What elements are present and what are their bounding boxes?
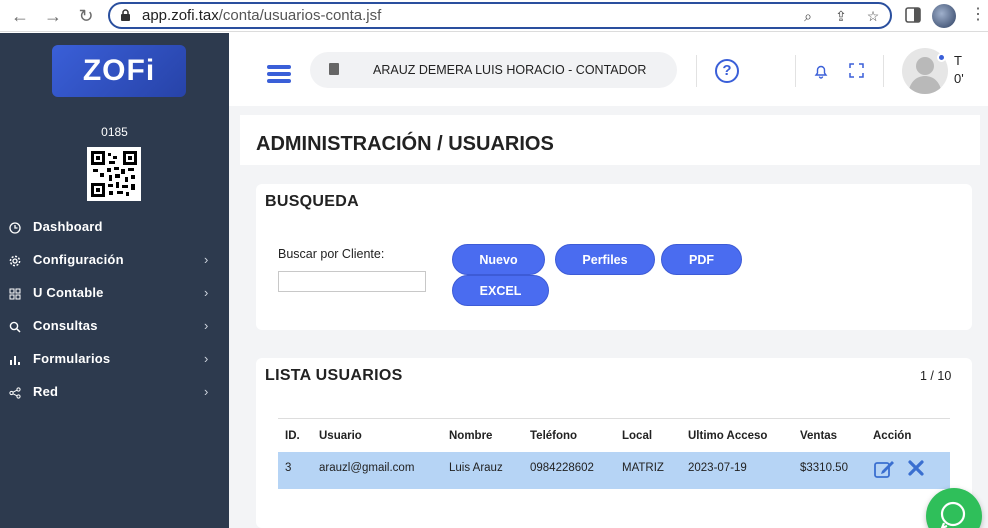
chevron-right-icon: ›: [204, 285, 209, 300]
chevron-right-icon: ›: [204, 252, 209, 267]
zoom-icon[interactable]: ⌕: [800, 8, 816, 24]
url-path: /conta/usuarios-conta.jsf: [218, 7, 382, 24]
company-code: 0185: [101, 125, 128, 139]
user-context-selector[interactable]: ARAUZ DEMERA LUIS HORACIO - CONTADOR: [310, 52, 677, 88]
gear-icon: [9, 255, 21, 267]
search-icon: [9, 321, 21, 333]
qr-code-icon: [87, 147, 141, 201]
cell-ultimo-acceso: 2023-07-19: [688, 462, 747, 474]
online-status-dot: [937, 53, 946, 62]
cell-usuario: arauzl@gmail.com: [319, 462, 415, 474]
help-icon[interactable]: ?: [715, 59, 739, 83]
sidebar-item-label: Red: [33, 384, 59, 399]
url-domain: app.zofi.tax: [142, 7, 219, 24]
divider: [696, 55, 697, 87]
main-content: ADMINISTRACIÓN / USUARIOS BUSQUEDA Busca…: [229, 106, 988, 528]
url-text: app.zofi.tax/conta/usuarios-conta.jsf: [142, 7, 381, 24]
hamburger-menu-icon[interactable]: [267, 65, 291, 83]
sidebar: ZOFi 0185 Dashboard Configuración › U Co…: [0, 33, 229, 528]
pagination-indicator: 1 / 10: [920, 369, 952, 383]
chevron-right-icon: ›: [204, 351, 209, 366]
grid-icon: [9, 288, 21, 300]
clock-icon: [9, 222, 21, 234]
sidebar-item-label: Formularios: [33, 351, 111, 366]
search-card-title: BUSQUEDA: [265, 193, 359, 210]
sidebar-item-label: Configuración: [33, 252, 124, 267]
browser-profile-avatar[interactable]: [932, 4, 956, 28]
sidebar-item-dashboard[interactable]: Dashboard: [0, 213, 229, 246]
table-header: ID. Usuario Nombre Teléfono Local Ultimo…: [278, 418, 950, 452]
top-header: ARAUZ DEMERA LUIS HORACIO - CONTADOR ? T…: [229, 33, 988, 106]
chevron-right-icon: ›: [204, 318, 209, 333]
lock-icon: [121, 9, 130, 21]
divider: [795, 55, 796, 87]
cell-nombre: Luis Arauz: [449, 462, 503, 474]
column-header-telefono[interactable]: Teléfono: [530, 430, 577, 442]
chevron-right-icon: ›: [204, 384, 209, 399]
client-search-label: Buscar por Cliente:: [278, 247, 385, 261]
users-table: ID. Usuario Nombre Teléfono Local Ultimo…: [278, 418, 950, 489]
user-list-card: LISTA USUARIOS 1 / 10 ID. Usuario Nombre…: [256, 358, 972, 528]
perfiles-button[interactable]: Perfiles: [555, 244, 655, 275]
cell-local: MATRIZ: [622, 462, 664, 474]
pdf-button[interactable]: PDF: [661, 244, 742, 275]
page-title: ADMINISTRACIÓN / USUARIOS: [256, 133, 554, 155]
sidebar-menu: Dashboard Configuración › U Contable › C…: [0, 213, 229, 411]
sidebar-item-u-contable[interactable]: U Contable ›: [0, 279, 229, 312]
cell-id: 3: [285, 462, 292, 474]
fullscreen-icon[interactable]: [849, 63, 864, 78]
bell-icon[interactable]: [813, 63, 829, 79]
excel-button[interactable]: EXCEL: [452, 275, 549, 306]
column-header-usuario[interactable]: Usuario: [319, 430, 362, 442]
search-card: BUSQUEDA Buscar por Cliente: Nuevo Perfi…: [256, 184, 972, 330]
sidebar-item-red[interactable]: Red ›: [0, 378, 229, 411]
table-row[interactable]: 3 arauzl@gmail.com Luis Arauz 0984228602…: [278, 452, 950, 489]
sidebar-item-configuracion[interactable]: Configuración ›: [0, 246, 229, 279]
user-short-info[interactable]: T 0': [954, 52, 964, 88]
zofi-logo[interactable]: ZOFi: [52, 45, 186, 97]
divider: [883, 55, 884, 87]
side-panel-icon[interactable]: [902, 4, 924, 26]
user-short-line2: 0': [954, 71, 964, 86]
sidebar-item-label: U Contable: [33, 285, 104, 300]
delete-x-icon[interactable]: [908, 460, 924, 476]
column-header-ventas[interactable]: Ventas: [800, 430, 837, 442]
column-header-id[interactable]: ID.: [285, 430, 300, 442]
reload-icon[interactable]: ↻: [75, 5, 97, 27]
logo-text: ZOFi: [82, 54, 156, 87]
building-icon: [329, 63, 339, 75]
sidebar-item-consultas[interactable]: Consultas ›: [0, 312, 229, 345]
column-header-ultimo-acceso[interactable]: Ultimo Acceso: [688, 430, 767, 442]
address-bar[interactable]: app.zofi.tax/conta/usuarios-conta.jsf ⌕ …: [108, 2, 892, 29]
user-context-label: ARAUZ DEMERA LUIS HORACIO - CONTADOR: [373, 63, 647, 77]
whatsapp-icon: [940, 501, 966, 528]
sidebar-item-label: Dashboard: [33, 219, 103, 234]
cell-telefono: 0984228602: [530, 462, 594, 474]
user-list-title: LISTA USUARIOS: [265, 367, 403, 384]
client-search-input[interactable]: [278, 271, 426, 292]
share-page-icon[interactable]: ⇪: [833, 8, 849, 24]
nuevo-button[interactable]: Nuevo: [452, 244, 545, 275]
back-arrow-icon[interactable]: ←: [9, 5, 31, 27]
share-icon: [9, 387, 21, 399]
bookmark-star-icon[interactable]: ☆: [865, 8, 881, 24]
edit-icon[interactable]: [874, 459, 896, 479]
column-header-nombre[interactable]: Nombre: [449, 430, 492, 442]
sidebar-item-formularios[interactable]: Formularios ›: [0, 345, 229, 378]
user-short-line1: T: [954, 53, 962, 68]
column-header-accion: Acción: [873, 430, 912, 442]
browser-menu-icon[interactable]: ⋮: [970, 6, 986, 24]
forward-arrow-icon[interactable]: →: [42, 5, 64, 27]
browser-toolbar: ← → ↻ app.zofi.tax/conta/usuarios-conta.…: [0, 0, 988, 32]
whatsapp-chat-button[interactable]: [926, 488, 982, 528]
cell-ventas: $3310.50: [800, 462, 848, 474]
column-header-local[interactable]: Local: [622, 430, 652, 442]
bar-chart-icon: [10, 356, 20, 365]
sidebar-item-label: Consultas: [33, 318, 98, 333]
